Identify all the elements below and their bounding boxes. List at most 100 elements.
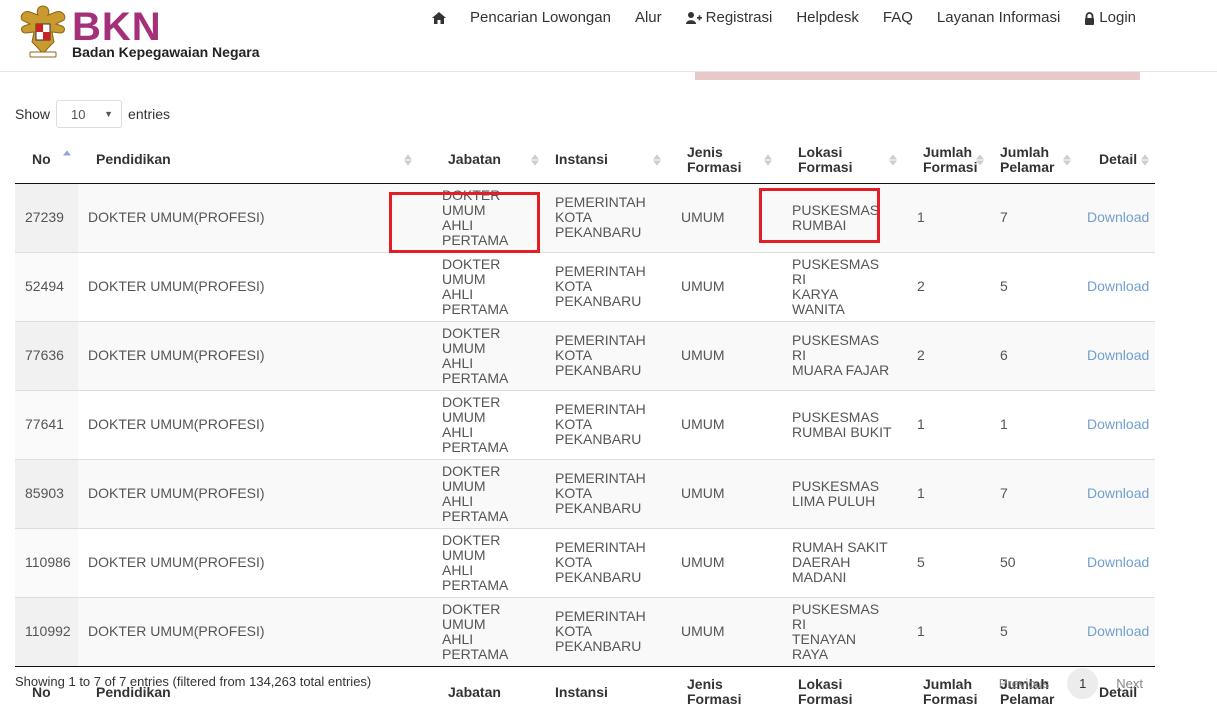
cell-detail: Download (1077, 183, 1155, 252)
th-detail[interactable]: Detail (1077, 137, 1155, 184)
download-link[interactable]: Download (1087, 623, 1149, 639)
cell-no: 110992 (15, 596, 78, 666)
tf-jumlah-formasi: Jumlah Formasi (903, 665, 990, 718)
alert-strip (695, 72, 1140, 80)
pagination-current-page[interactable]: 1 (1067, 668, 1099, 699)
download-link[interactable]: Download (1087, 347, 1149, 363)
brand-subtitle: Badan Kepegawaian Negara (72, 44, 260, 60)
cell-pendidikan: DOKTER UMUM(PROFESI) (78, 251, 418, 321)
nav-helpdesk[interactable]: Helpdesk (784, 8, 871, 28)
pagination-next[interactable]: Next (1104, 670, 1155, 697)
cell-no: 85903 (15, 458, 78, 528)
cell-lokasi-formasi-line: DAERAH (792, 554, 851, 570)
th-jabatan[interactable]: Jabatan (418, 137, 545, 184)
length-entries-label: entries (128, 106, 171, 122)
cell-instansi-line: PEKANBARU (555, 500, 642, 516)
nav-label: Layanan Informasi (936, 9, 1061, 26)
cell-no: 27239 (15, 183, 78, 252)
cell-lokasi-formasi: PUSKESMAS LIMA PULUH (778, 458, 903, 528)
download-link[interactable]: Download (1087, 278, 1149, 294)
th-lokasi-formasi[interactable]: Lokasi Formasi (778, 137, 903, 184)
cell-jumlah-formasi: 2 (903, 320, 990, 390)
table-row: 52494 DOKTER UMUM(PROFESI) DOKTER UMUM AHLI… (15, 251, 1155, 321)
table-row: 77636 DOKTER UMUM(PROFESI) DOKTER UMUM AHLI… (15, 320, 1155, 390)
nav-registrasi[interactable]: Registrasi (674, 8, 785, 28)
cell-lokasi-formasi-line: RUMAH SAKIT (792, 539, 888, 555)
nav-home[interactable] (420, 8, 458, 28)
chevron-down-icon: ▼ (104, 109, 114, 119)
cell-instansi: PEMERINTAH KOTA PEKANBARU (545, 251, 667, 321)
sort-icon (976, 154, 984, 166)
cell-jabatan-line: AHLI PERTAMA (442, 492, 509, 524)
main-nav: Pencarian Lowongan Alur Registrasi Helpd… (420, 8, 1148, 28)
cell-jabatan-line: AHLI PERTAMA (442, 561, 509, 593)
cell-pendidikan: DOKTER UMUM(PROFESI) (78, 320, 418, 390)
th-pendidikan[interactable]: Pendidikan (78, 137, 418, 184)
nav-label: Login (1099, 9, 1136, 26)
cell-instansi-line: KOTA (555, 485, 593, 501)
nav-alur[interactable]: Alur (623, 8, 674, 28)
cell-lokasi-formasi: RUMAH SAKIT DAERAH MADANI (778, 527, 903, 597)
th-no[interactable]: No (15, 137, 78, 184)
cell-jabatan: DOKTER UMUM AHLI PERTAMA (418, 389, 545, 459)
nav-label: Helpdesk (796, 9, 859, 26)
nav-login[interactable]: Login (1072, 8, 1148, 28)
cell-jumlah-pelamar: 5 (990, 251, 1077, 321)
cell-pendidikan: DOKTER UMUM(PROFESI) (78, 596, 418, 666)
sort-icon (1141, 154, 1149, 166)
tf-label: Lokasi (798, 676, 843, 693)
download-link[interactable]: Download (1087, 209, 1149, 225)
th-label: Jumlah (923, 143, 973, 160)
th-label: Formasi (923, 158, 978, 175)
cell-instansi: PEMERINTAH KOTA PEKANBARU (545, 527, 667, 597)
cell-instansi-line: PEKANBARU (555, 569, 642, 585)
cell-instansi-line: PEMERINTAH (555, 608, 646, 624)
tf-instansi: Instansi (545, 665, 667, 718)
table-row: 27239 DOKTER UMUM(PROFESI) DOKTER UMUM AHLI… (15, 183, 1155, 252)
cell-instansi-line: PEKANBARU (555, 293, 642, 309)
th-label: Formasi (798, 158, 853, 175)
cell-lokasi-formasi-line: RUMBAI BUKIT (792, 423, 892, 440)
th-label: No (32, 151, 51, 168)
cell-jumlah-pelamar: 50 (990, 527, 1077, 597)
cell-instansi-line: PEMERINTAH (555, 539, 646, 555)
nav-pencarian-lowongan[interactable]: Pencarian Lowongan (458, 8, 623, 28)
user-plus-icon (685, 12, 702, 24)
pagination-previous[interactable]: Previous (987, 670, 1062, 697)
th-label: Formasi (687, 158, 742, 175)
nav-label: Alur (634, 9, 662, 26)
nav-label: FAQ (882, 9, 913, 26)
nav-faq[interactable]: FAQ (871, 8, 925, 28)
cell-instansi-line: PEMERINTAH (555, 401, 646, 417)
cell-lokasi-formasi-line: PUSKESMAS RI (792, 255, 880, 287)
cell-no: 52494 (15, 251, 78, 321)
th-jumlah-pelamar[interactable]: Jumlah Pelamar (990, 137, 1077, 184)
cell-no: 110986 (15, 527, 78, 597)
th-jenis-formasi[interactable]: Jenis Formasi (667, 137, 778, 184)
cell-instansi-line: PEKANBARU (555, 638, 642, 654)
th-jumlah-formasi[interactable]: Jumlah Formasi (903, 137, 990, 184)
tf-label: Formasi (687, 691, 742, 708)
cell-instansi-line: PEKANBARU (555, 431, 642, 447)
cell-instansi-line: PEMERINTAH (555, 263, 646, 279)
cell-pendidikan: DOKTER UMUM(PROFESI) (78, 183, 418, 252)
cell-jumlah-pelamar: 1 (990, 389, 1077, 459)
cell-instansi-line: PEKANBARU (555, 224, 642, 240)
download-link[interactable]: Download (1087, 485, 1149, 501)
cell-jumlah-pelamar: 7 (990, 183, 1077, 252)
download-link[interactable]: Download (1087, 554, 1149, 570)
entries-select[interactable]: 10 ▼ (56, 100, 123, 128)
download-link[interactable]: Download (1087, 416, 1149, 432)
th-instansi[interactable]: Instansi (545, 137, 667, 184)
cell-lokasi-formasi-line: KARYA WANITA (792, 285, 845, 317)
navbar: BKN Badan Kepegawaian Negara Pencarian L… (0, 0, 1217, 72)
cell-jumlah-formasi: 1 (903, 596, 990, 666)
cell-instansi-line: PEMERINTAH (555, 332, 646, 348)
cell-jabatan-line: AHLI PERTAMA (442, 630, 509, 662)
cell-jabatan: DOKTER UMUM AHLI PERTAMA (418, 320, 545, 390)
cell-lokasi-formasi-line: PUSKESMAS (792, 477, 880, 494)
nav-label: Registrasi (705, 9, 773, 26)
cell-pendidikan: DOKTER UMUM(PROFESI) (78, 458, 418, 528)
nav-layanan-informasi[interactable]: Layanan Informasi (925, 8, 1072, 28)
tf-jenis-formasi: Jenis Formasi (667, 665, 778, 718)
